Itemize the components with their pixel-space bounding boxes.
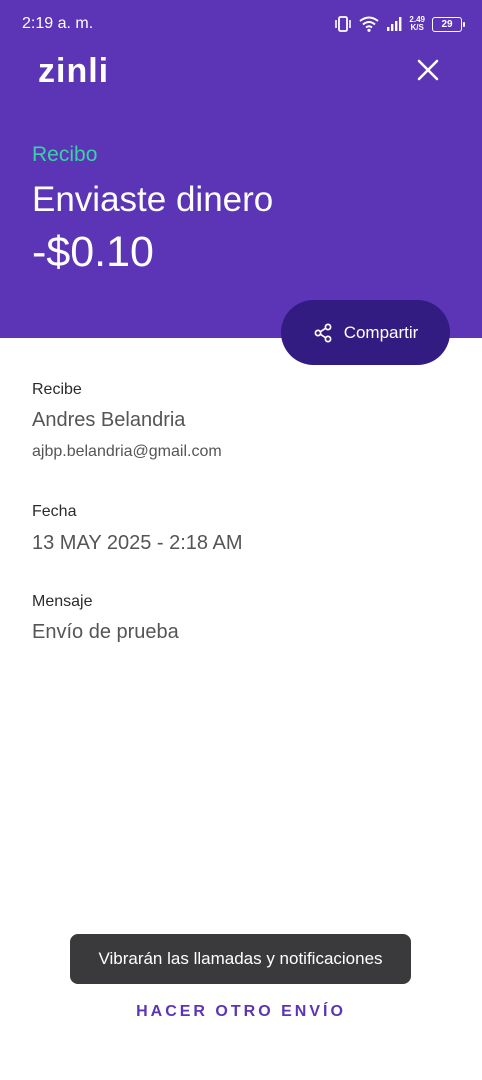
status-icons: 2.49 K/S 29 (334, 13, 465, 35)
battery-level: 29 (441, 18, 453, 30)
recipient-email: ajbp.belandria@gmail.com (32, 443, 222, 460)
date-value: 13 MAY 2025 - 2:18 AM (32, 532, 243, 554)
status-time: 2:19 a. m. (22, 15, 94, 32)
battery-icon: 29 (432, 16, 465, 32)
network-speed: 2.49 K/S (409, 16, 425, 32)
toast-text: Vibrarán las llamadas y notificaciones (98, 949, 383, 968)
date-label: Fecha (32, 503, 77, 520)
share-icon (314, 323, 332, 342)
recipient-name: Andres Belandria (32, 409, 186, 431)
zinli-logo: zinli (38, 52, 110, 90)
share-button[interactable]: Compartir (281, 300, 450, 365)
toast-notification: Vibrarán las llamadas y notificaciones (70, 934, 411, 984)
receipt-label: Recibo (32, 143, 98, 166)
message-label: Mensaje (32, 593, 93, 610)
status-bar: 2:19 a. m. 2.49 K/S 29 (0, 0, 482, 48)
receipt-header: 2:19 a. m. 2.49 K/S 29 zinli Recibo Envi… (0, 0, 482, 338)
close-button[interactable] (410, 52, 446, 88)
wifi-icon (359, 16, 380, 32)
network-speed-unit: K/S (410, 23, 424, 32)
receipt-amount: -$0.10 (32, 228, 154, 276)
message-value: Envío de prueba (32, 621, 179, 643)
receipt-title: Enviaste dinero (32, 180, 274, 219)
recipient-section: Recibe Andres Belandria ajbp.belandria@g… (32, 381, 222, 461)
date-section: Fecha 13 MAY 2025 - 2:18 AM (32, 503, 243, 555)
message-section: Mensaje Envío de prueba (32, 593, 179, 644)
close-icon (417, 59, 439, 81)
vibrate-icon (334, 16, 352, 32)
recipient-label: Recibe (32, 381, 82, 398)
share-label: Compartir (343, 322, 419, 342)
send-again-button[interactable]: HACER OTRO ENVÍO (0, 1003, 482, 1021)
signal-icon (386, 16, 402, 32)
